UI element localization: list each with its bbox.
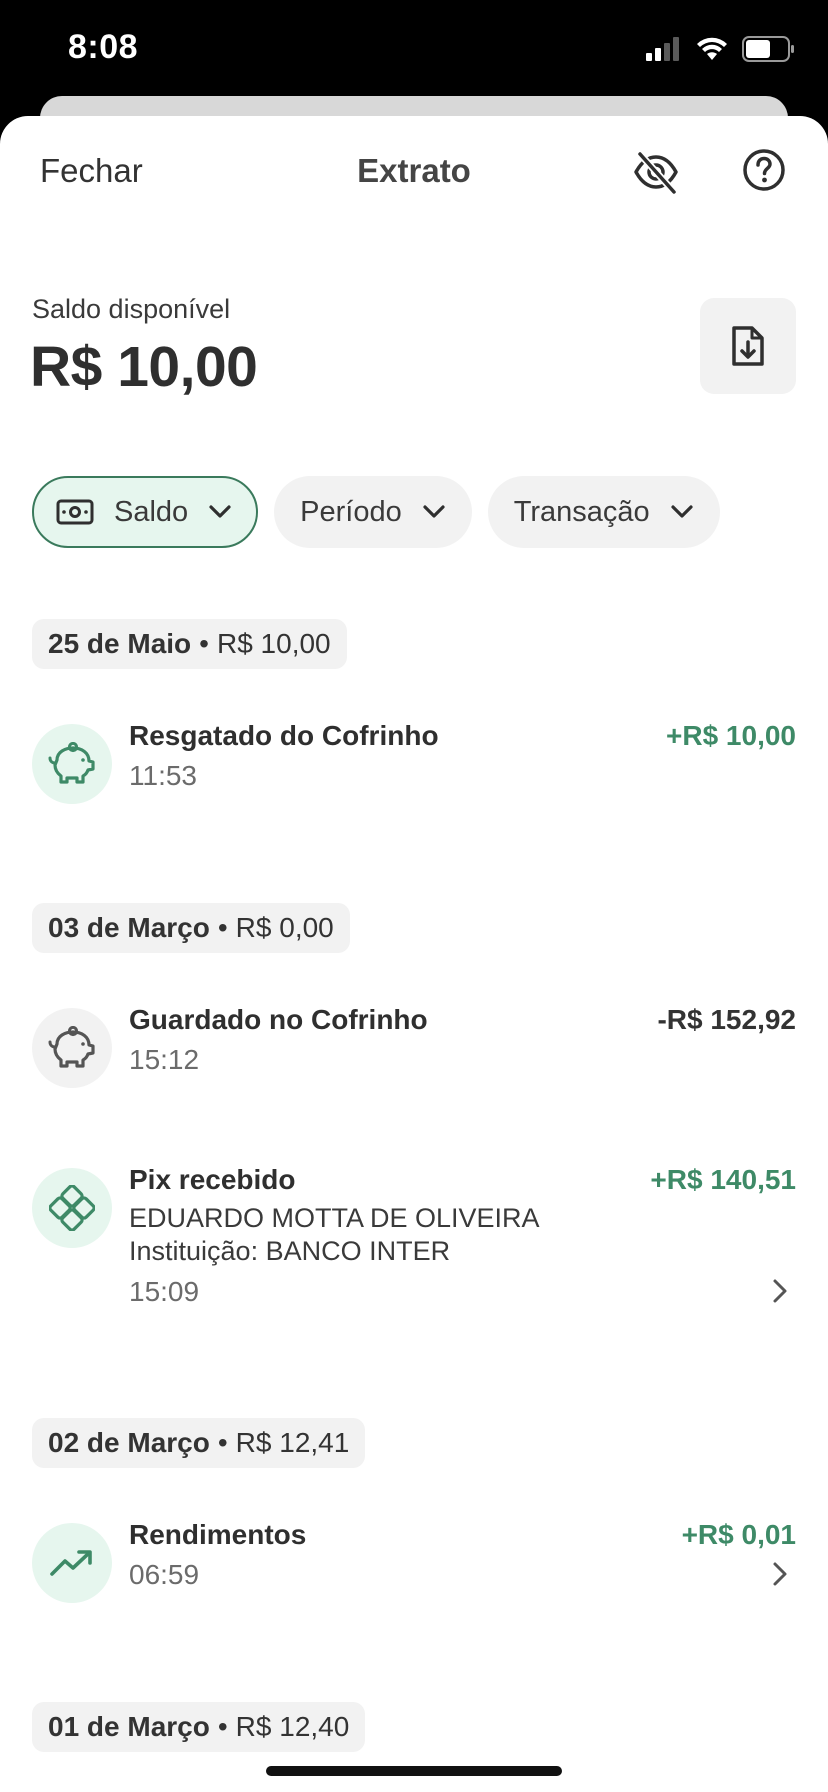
pix-icon: [49, 1185, 95, 1231]
balance-label: Saldo disponível: [32, 294, 231, 324]
transaction-amount: +R$ 10,00: [666, 720, 796, 751]
filter-transacao[interactable]: Transação: [487, 476, 720, 548]
transaction-time: 11:53: [129, 760, 197, 791]
day-balance: R$ 0,00: [235, 912, 334, 943]
date-header: 25 de Maio • R$ 10,00: [32, 619, 347, 669]
export-statement-button[interactable]: [700, 298, 796, 394]
transaction-row[interactable]: Resgatado do Cofrinho 11:53 +R$ 10,00: [32, 720, 796, 804]
transaction-time: 15:12: [129, 1044, 200, 1075]
date-label: 02 de Março: [48, 1427, 210, 1458]
chevron-right-icon: [773, 1562, 787, 1586]
transaction-icon: [32, 1523, 112, 1603]
battery-icon: [742, 36, 794, 62]
filter-periodo-label: Período: [300, 495, 402, 528]
status-icons: [646, 36, 796, 62]
page-title: Extrato: [357, 152, 471, 189]
header: Fechar Extrato: [0, 116, 828, 230]
trending-up-icon: [50, 1550, 92, 1576]
date-separator: •: [217, 912, 228, 943]
date-separator: •: [217, 1427, 228, 1458]
transaction-time: 06:59: [129, 1559, 200, 1590]
date-header: 03 de Março • R$ 0,00: [32, 903, 350, 953]
chevron-down-icon: [423, 505, 445, 518]
date-label: 01 de Março: [48, 1711, 210, 1742]
piggy-bank-icon: [48, 1026, 95, 1068]
transaction-amount: -R$ 152,92: [657, 1004, 796, 1035]
chevron-down-icon: [209, 505, 231, 518]
transaction-row[interactable]: Rendimentos 06:59 +R$ 0,01: [32, 1519, 796, 1603]
signal-icon: [646, 37, 679, 61]
statement-sheet: Fechar Extrato Saldo disponível R$ 10,00: [0, 116, 828, 1792]
file-download-icon: [732, 326, 764, 366]
home-indicator: [266, 1766, 562, 1776]
transaction-sender: EDUARDO MOTTA DE OLIVEIRA: [129, 1203, 540, 1233]
help-circle-icon: [743, 149, 785, 191]
transaction-icon: [32, 1168, 112, 1248]
filter-bar: Saldo Período Transação: [32, 476, 720, 548]
piggy-bank-icon: [48, 742, 95, 784]
transaction-row[interactable]: Guardado no Cofrinho 15:12 -R$ 152,92: [32, 1004, 796, 1088]
filter-saldo-label: Saldo: [114, 495, 189, 528]
money-icon: [56, 499, 94, 525]
transaction-icon: [32, 1008, 112, 1088]
date-separator: •: [217, 1711, 228, 1742]
date-header: 02 de Março • R$ 12,41: [32, 1418, 366, 1468]
transaction-title: Guardado no Cofrinho: [129, 1004, 428, 1035]
transaction-title: Pix recebido: [129, 1164, 296, 1195]
help-button[interactable]: [740, 146, 788, 194]
chevron-down-icon: [671, 505, 693, 518]
day-balance: R$ 12,40: [235, 1711, 350, 1742]
date-header: 01 de Março • R$ 12,40: [32, 1702, 366, 1752]
transaction-icon: [32, 724, 112, 804]
date-separator: •: [199, 628, 209, 659]
transaction-title: Rendimentos: [129, 1519, 307, 1550]
hide-values-button[interactable]: [632, 148, 680, 196]
status-bar: 8:08: [0, 0, 828, 100]
day-balance: R$ 12,41: [235, 1427, 350, 1458]
date-label: 25 de Maio: [48, 628, 192, 659]
balance-value: R$ 10,00: [30, 335, 258, 399]
status-time: 8:08: [68, 28, 139, 66]
wifi-icon: [697, 37, 727, 60]
filter-saldo[interactable]: Saldo: [32, 476, 259, 548]
transaction-amount: +R$ 0,01: [681, 1519, 796, 1550]
filter-transacao-label: Transação: [513, 495, 650, 528]
day-balance: R$ 10,00: [216, 628, 331, 659]
date-label: 03 de Março: [48, 912, 210, 943]
eye-off-icon: [634, 151, 678, 195]
transaction-row[interactable]: Pix recebido EDUARDO MOTTA DE OLIVEIRA I…: [32, 1164, 796, 1328]
transaction-institution: Instituição: BANCO INTER: [129, 1236, 451, 1266]
filter-periodo[interactable]: Período: [274, 476, 472, 548]
chevron-right-icon: [773, 1279, 787, 1303]
transaction-time: 15:09: [129, 1276, 200, 1307]
transaction-amount: +R$ 140,51: [650, 1164, 796, 1195]
transaction-title: Resgatado do Cofrinho: [129, 720, 439, 751]
